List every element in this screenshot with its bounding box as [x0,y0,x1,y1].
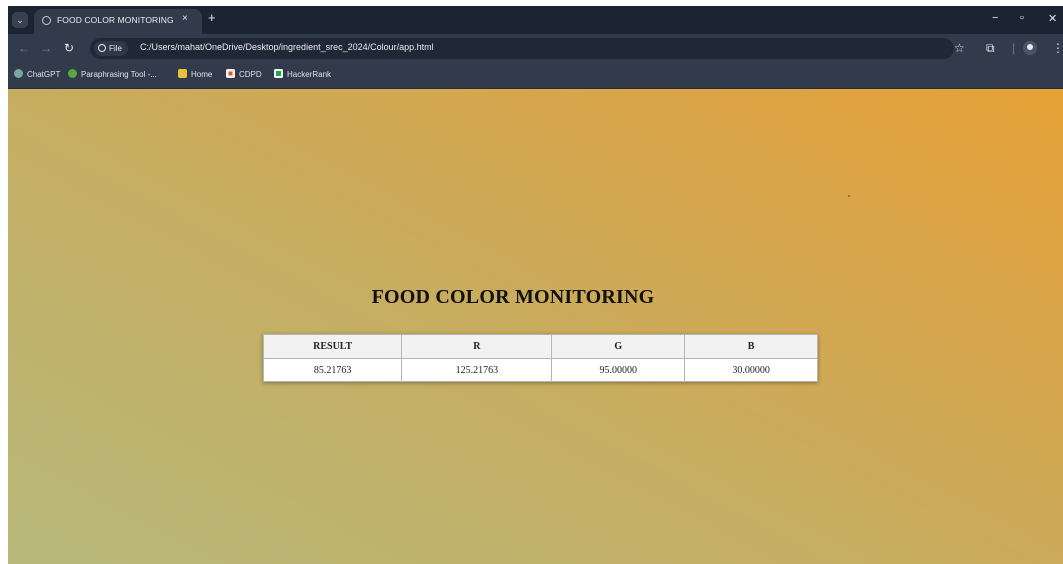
tab-strip: ⌄ FOOD COLOR MONITORING × + − ▫ ✕ [8,6,1063,34]
back-arrow-icon[interactable]: ← [18,41,30,55]
globe-icon [42,16,51,25]
close-window-icon[interactable]: ✕ [1048,12,1057,25]
cdpd-logo-icon [226,69,235,78]
new-tab-icon[interactable]: + [208,11,216,25]
bookmark-cdpd[interactable]: CDPD [226,68,262,82]
bookmark-label: HackerRank [287,70,332,79]
page-content: FOOD COLOR MONITORING RESULT R G B 85.21… [8,89,1063,564]
page-heading: FOOD COLOR MONITORING [371,286,655,308]
cell-r: 125.21763 [401,358,553,382]
tab-close-icon[interactable]: × [182,13,188,24]
reload-icon[interactable]: ↻ [64,41,74,55]
paraphraser-logo-icon [68,69,77,78]
minimize-icon[interactable]: − [992,12,998,24]
header-r: R [401,334,553,359]
browser-window: ⌄ FOOD COLOR MONITORING × + − ▫ ✕ ← → ↻ … [8,6,1063,564]
forward-arrow-icon[interactable]: → [40,41,52,55]
site-info-chip[interactable]: File [94,41,128,56]
tab-search-chevron-icon[interactable]: ⌄ [12,12,28,28]
bookmarks-bar: ChatGPT Paraphrasing Tool -... Home CDPD… [8,63,1063,89]
info-icon [98,44,106,52]
stray-pixel-dot [848,195,850,197]
chatgpt-logo-icon [14,69,23,78]
bookmark-star-icon[interactable]: ☆ [954,41,965,55]
tab-title: FOOD COLOR MONITORING [57,15,174,25]
hackerrank-logo-icon [274,69,283,78]
bookmark-hackerrank[interactable]: HackerRank [274,68,331,82]
toolbar: ← → ↻ File C:/Users/mahat/OneDrive/Deskt… [8,34,1063,63]
url-text[interactable]: C:/Users/mahat/OneDrive/Desktop/ingredie… [140,42,434,52]
header-result: RESULT [262,334,403,359]
header-g: G [551,334,686,359]
bookmark-chatgpt[interactable]: ChatGPT [14,68,60,82]
bookmark-label: Paraphrasing Tool -... [81,70,157,79]
cell-g: 95.00000 [551,358,686,382]
profile-avatar-icon[interactable] [1023,41,1037,55]
menu-kebab-icon[interactable]: ⋮ [1052,41,1063,55]
tab-active[interactable]: FOOD COLOR MONITORING × [34,9,202,34]
table-row: 85.21763 125.21763 95.00000 30.00000 [262,358,818,382]
site-info-label: File [109,44,122,53]
bookmark-label: Home [191,70,213,79]
bookmark-label: ChatGPT [27,70,61,79]
header-b: B [684,334,818,359]
restore-icon[interactable]: ▫ [1020,12,1024,24]
results-table: RESULT R G B 85.21763 125.21763 95.00000… [262,334,818,382]
cell-b: 30.00000 [684,358,818,382]
bookmark-home[interactable]: Home [178,68,212,82]
address-bar[interactable]: File C:/Users/mahat/OneDrive/Desktop/ing… [90,38,954,59]
toolbar-divider: | [1012,41,1016,55]
extensions-puzzle-icon[interactable]: ⧉ [986,41,995,55]
bookmark-paraphrasing-tool[interactable]: Paraphrasing Tool -... [68,68,157,82]
bookmark-label: CDPD [239,70,262,79]
home-logo-icon [178,69,187,78]
cell-result: 85.21763 [262,358,403,382]
table-header-row: RESULT R G B [262,334,818,359]
